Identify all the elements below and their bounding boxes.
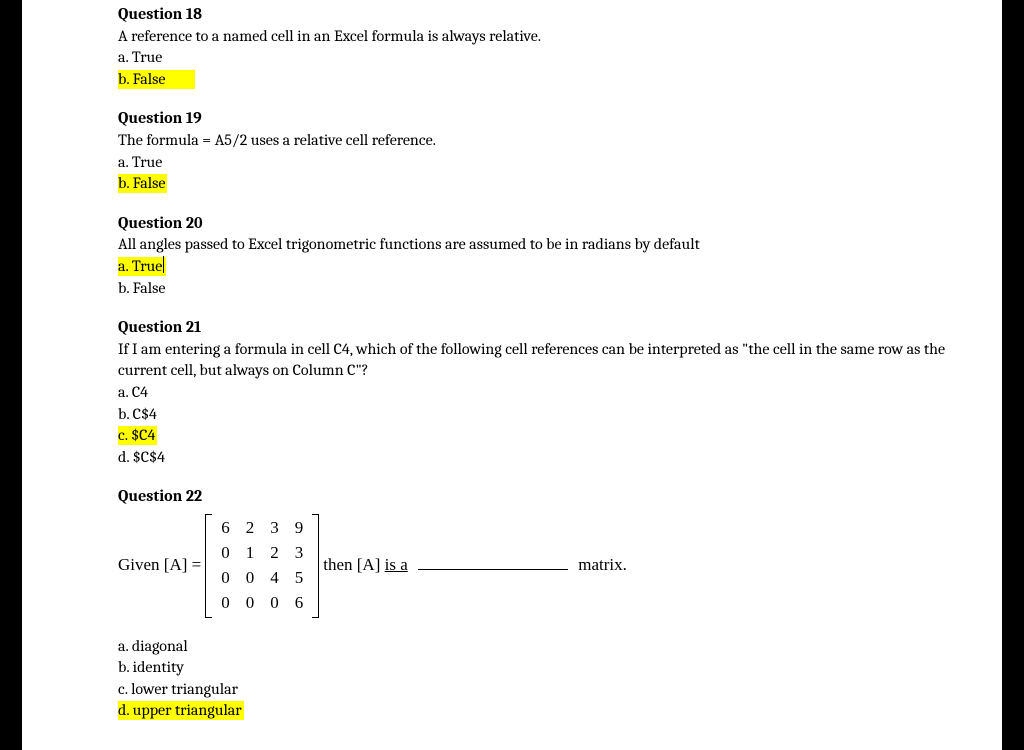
matrix-cell: 0: [238, 591, 263, 616]
matrix-cell: 1: [238, 541, 263, 566]
option-a-highlighted: a. True: [118, 256, 1002, 278]
table-row: 0 0 0 6: [213, 591, 311, 616]
matrix-cell: 2: [262, 541, 287, 566]
option-c: c. lower triangular: [118, 679, 1002, 701]
option-a: a. C4: [118, 382, 1002, 404]
matrix-equation: Given [A] = 6 2 3 9 0 1 2 3: [118, 514, 1002, 618]
matrix-cell: 6: [287, 591, 312, 616]
is-a-underlined: is a: [385, 555, 408, 574]
question-prompt: A reference to a named cell in an Excel …: [118, 26, 1002, 48]
matrix-cell: 5: [287, 566, 312, 591]
option-a: a. True: [118, 47, 1002, 69]
highlight: b. False: [118, 70, 195, 89]
question-19: Question 19 The formula = A5/2 uses a re…: [118, 108, 1002, 194]
highlight: c. $C4: [118, 426, 157, 445]
text-cursor-icon: [163, 256, 164, 273]
question-title: Question 20: [118, 213, 1002, 235]
matrix-cell: 3: [262, 516, 287, 541]
question-title: Question 21: [118, 317, 1002, 339]
then-text: then [A] is a matrix.: [323, 554, 627, 577]
matrix-cell: 2: [238, 516, 263, 541]
question-20: Question 20 All angles passed to Excel t…: [118, 213, 1002, 299]
table-row: 0 1 2 3: [213, 541, 311, 566]
option-d-highlighted: d. upper triangular: [118, 700, 1002, 722]
question-title: Question 18: [118, 4, 1002, 26]
fill-blank: [418, 569, 568, 570]
then-label: then [A]: [323, 555, 384, 574]
option-a: a. True: [118, 152, 1002, 174]
option-c-highlighted: c. $C4: [118, 425, 1002, 447]
option-b: b. identity: [118, 657, 1002, 679]
highlight: b. False: [118, 174, 167, 193]
question-prompt: All angles passed to Excel trigonometric…: [118, 234, 1002, 256]
question-title: Question 19: [118, 108, 1002, 130]
option-b-highlighted: b. False: [118, 69, 1002, 91]
matrix-cell: 3: [287, 541, 312, 566]
matrix-cell: 4: [262, 566, 287, 591]
given-label: Given [A] =: [118, 554, 201, 577]
option-b: b. False: [118, 278, 1002, 300]
matrix-A: 6 2 3 9 0 1 2 3 0 0 4 5: [205, 514, 319, 618]
option-a-text: a. True: [118, 257, 162, 275]
option-a: a. diagonal: [118, 636, 1002, 658]
question-prompt: If I am entering a formula in cell C4, w…: [118, 339, 978, 382]
question-18: Question 18 A reference to a named cell …: [118, 4, 1002, 90]
question-21: Question 21 If I am entering a formula i…: [118, 317, 1002, 468]
question-22: Question 22 Given [A] = 6 2 3 9 0 1 2 3: [118, 486, 1002, 722]
matrix-cell: 6: [213, 516, 238, 541]
question-prompt: The formula = A5/2 uses a relative cell …: [118, 130, 1002, 152]
matrix-cell: 0: [262, 591, 287, 616]
matrix-cell: 0: [238, 566, 263, 591]
document-page: Question 18 A reference to a named cell …: [22, 0, 1002, 750]
option-d: d. $C$4: [118, 447, 1002, 469]
matrix-table: 6 2 3 9 0 1 2 3 0 0 4 5: [213, 516, 311, 616]
matrix-cell: 0: [213, 541, 238, 566]
trailing-text: matrix.: [578, 555, 627, 574]
highlight: d. upper triangular: [118, 701, 244, 720]
option-b-highlighted: b. False: [118, 173, 1002, 195]
table-row: 0 0 4 5: [213, 566, 311, 591]
option-b: b. C$4: [118, 404, 1002, 426]
matrix-cell: 0: [213, 566, 238, 591]
matrix-cell: 9: [287, 516, 312, 541]
table-row: 6 2 3 9: [213, 516, 311, 541]
question-title: Question 22: [118, 486, 1002, 508]
highlight: a. True: [118, 257, 166, 276]
matrix-cell: 0: [213, 591, 238, 616]
